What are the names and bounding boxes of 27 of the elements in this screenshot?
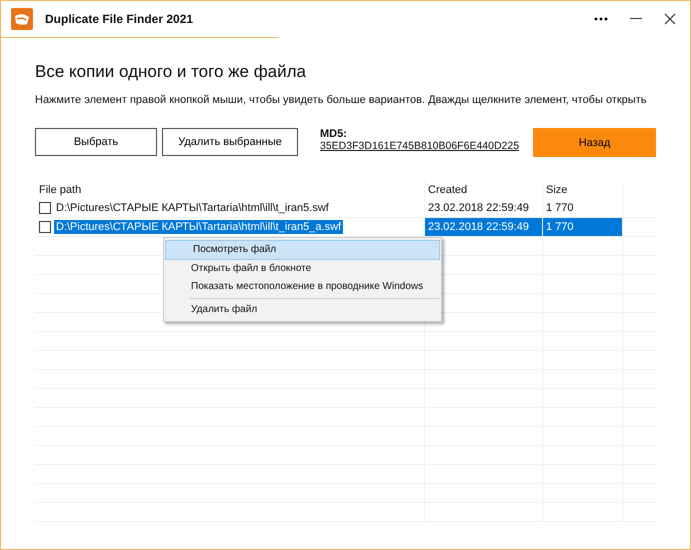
menu-item[interactable]: Показать местоположение в проводнике Windows — [164, 278, 441, 296]
close-icon[interactable] — [664, 13, 676, 25]
hint-text: Нажмите элемент правой кнопкой мыши, чтобы увидеть больше вариантов. Дважды щелкните элемент, чтобы открыть — [35, 93, 648, 107]
created-cell: 23.02.2018 22:59:49 — [425, 199, 543, 217]
file-path-cell[interactable]: D:\Pictures\СТАРЫЕ КАРТЫ\Tartaria\html\ill\t_iran5.swf — [54, 201, 331, 215]
column-header[interactable]: File path — [35, 181, 425, 199]
window-title: Duplicate File Finder 2021 — [45, 12, 194, 26]
column-header[interactable]: Size — [543, 181, 623, 199]
menu-item[interactable]: Открыть файл в блокноте — [164, 260, 441, 278]
file-path-cell[interactable]: D:\Pictures\СТАРЫЕ КАРТЫ\Tartaria\html\ill\t_iran5_a.swf — [54, 220, 344, 234]
menu-item[interactable]: Посмотреть файл — [165, 240, 440, 260]
md5-label: MD5: — [320, 128, 348, 140]
more-icon[interactable] — [594, 17, 608, 21]
size-cell: 1 770 — [543, 218, 623, 236]
app-logo-icon — [11, 8, 33, 30]
size-cell: 1 770 — [543, 199, 623, 217]
minimize-icon[interactable] — [630, 18, 642, 20]
row-checkbox[interactable] — [39, 221, 51, 233]
created-cell: 23.02.2018 22:59:49 — [425, 218, 543, 236]
action-button[interactable]: Выбрать — [35, 128, 157, 156]
column-header[interactable]: Created — [425, 181, 543, 199]
row-checkbox[interactable] — [39, 202, 51, 214]
md5-hash: 35ED3F3D161E745B810B06F6E440D225 — [320, 140, 520, 152]
menu-item[interactable]: Удалить файл — [164, 301, 441, 319]
page-heading: Все копии одного и того же файла — [35, 62, 308, 82]
action-button[interactable]: Удалить выбранные — [162, 128, 298, 156]
back-button[interactable]: Назад — [533, 128, 656, 157]
